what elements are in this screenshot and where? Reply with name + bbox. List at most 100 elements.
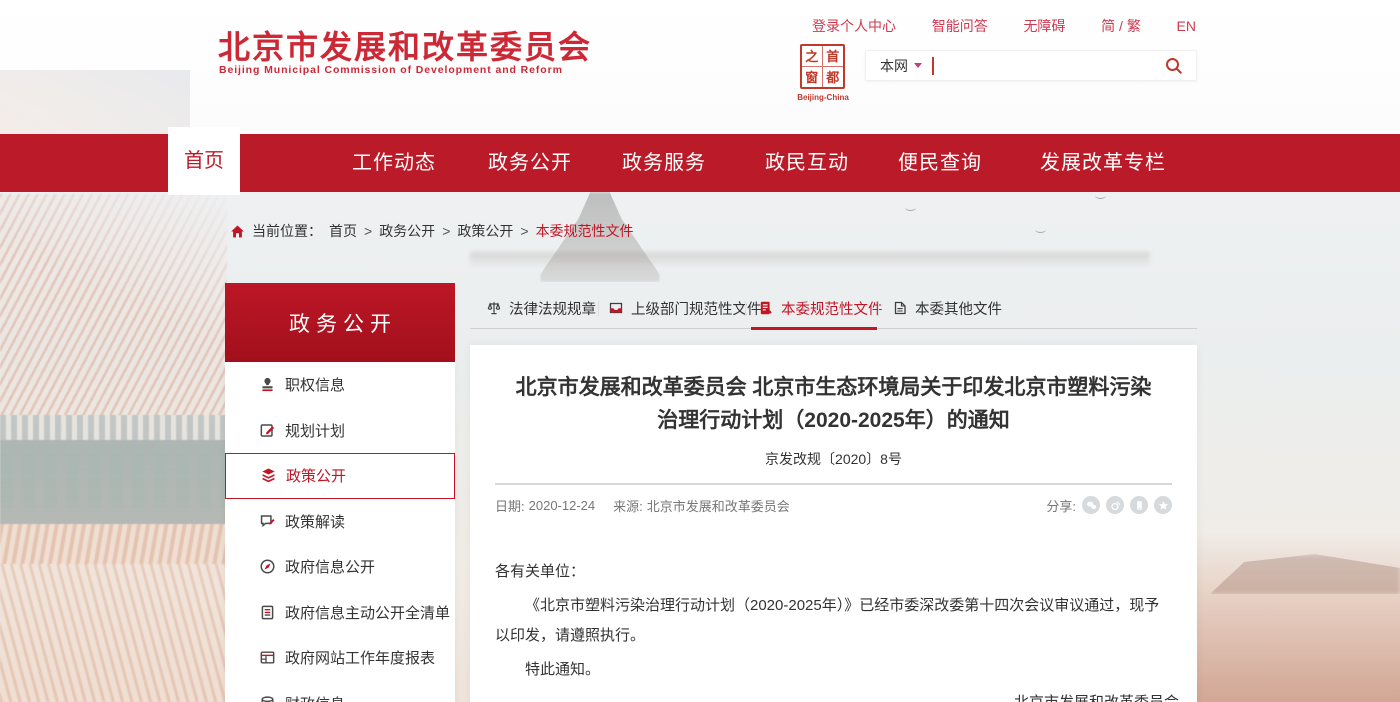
sidebar-item-fiscal-info[interactable]: 财政信息 (225, 681, 455, 702)
bird-mark (1095, 192, 1106, 199)
article-body: 各有关单位： 《北京市塑料污染治理行动计划（2020-2025年）》已经市委深改… (495, 557, 1172, 685)
seal-char: 窗 (802, 67, 823, 88)
breadcrumb-separator: > (442, 223, 450, 239)
source-value: 北京市发展和改革委员会 (647, 496, 790, 515)
sidebar-item-policy-interpretation[interactable]: 政策解读 (225, 499, 455, 545)
sidebar-item-policy-open[interactable]: 政策公开 (225, 453, 455, 499)
scales-icon (486, 300, 502, 316)
nav-item-work-news[interactable]: 工作动态 (352, 134, 436, 192)
seal-char: 首 (823, 46, 844, 67)
article-paragraph: 各有关单位： (495, 557, 1172, 587)
login-personal-center-link[interactable]: 登录个人中心 (812, 16, 896, 36)
sidebar-item-authority-info[interactable]: 职权信息 (225, 362, 455, 408)
site-logo-title[interactable]: 北京市发展和改革委员会 (218, 22, 592, 68)
nav-item-convenience[interactable]: 便民查询 (898, 134, 982, 192)
bird-mark (905, 204, 916, 211)
article-paragraph: 《北京市塑料污染治理行动计划（2020-2025年）》已经市委深改委第十四次会议… (495, 591, 1172, 651)
seal-caption: Beijing-China (792, 93, 854, 102)
roof-dentils (0, 415, 227, 440)
article-meta: 日期: 2020-12-24 来源: 北京市发展和改革委员会 (495, 496, 790, 515)
breadcrumb-gov-openness[interactable]: 政务公开 (379, 221, 435, 241)
divider (495, 483, 1172, 485)
distant-roofline (470, 252, 1150, 268)
date-label: 日期: (495, 496, 525, 515)
sidebar-item-label: 政府信息主动公开全清单 (285, 602, 450, 623)
mobile-share-icon[interactable] (1130, 496, 1148, 514)
inbox-icon (608, 300, 624, 316)
nav-item-reform-column[interactable]: 发展改革专栏 (1040, 134, 1166, 192)
doc-edit-icon (758, 300, 774, 316)
sidebar-item-planning[interactable]: 规划计划 (225, 408, 455, 454)
header-left-tint (0, 70, 190, 134)
search-input[interactable] (934, 50, 1164, 81)
breadcrumb-separator: > (520, 223, 528, 239)
active-tab-underline (751, 327, 877, 330)
layers-icon (260, 467, 277, 484)
wechat-share-icon[interactable] (1082, 496, 1100, 514)
article-card: 北京市发展和改革委员会 北京市生态环境局关于印发北京市塑料污染治理行动计划（20… (470, 345, 1197, 702)
sidebar-item-label: 政府网站工作年度报表 (285, 647, 435, 668)
article-signature: 北京市发展和改革委员会 (470, 691, 1179, 702)
sidebar-menu: 职权信息 规划计划 政策公开 (225, 362, 455, 702)
sidebar-item-website-annual-report[interactable]: 政府网站工作年度报表 (225, 635, 455, 681)
breadcrumb: 当前位置： 首页 > 政务公开 > 政策公开 > 本委规范性文件 (230, 220, 634, 242)
sidebar-item-label: 职权信息 (285, 374, 345, 395)
smart-qa-link[interactable]: 智能问答 (932, 16, 988, 36)
sidebar-item-proactive-disclosure-list[interactable]: 政府信息主动公开全清单 (225, 590, 455, 636)
site-logo-subtitle: Beijing Municipal Commission of Developm… (219, 64, 563, 76)
nav-item-gov-openness[interactable]: 政务公开 (488, 134, 572, 192)
qzone-share-icon[interactable] (1154, 496, 1172, 514)
list-icon (259, 604, 276, 621)
document-category-tabs: 法律法规规章 上级部门规范性文件 本委规范性文件 (470, 288, 1197, 329)
breadcrumb-prefix: 当前位置： (252, 221, 322, 241)
tab-laws-regulations[interactable]: 法律法规规章 (486, 288, 596, 328)
tab-superior-normative-docs[interactable]: 上级部门规范性文件 (608, 288, 762, 328)
weibo-share-icon[interactable] (1106, 496, 1124, 514)
forbidden-city-roof-left (0, 194, 227, 702)
bird-mark (1035, 226, 1046, 233)
tab-label: 本委其他文件 (915, 298, 1002, 319)
coins-icon (259, 695, 276, 702)
tab-label: 法律法规规章 (509, 298, 596, 319)
tab-commission-other-docs[interactable]: 本委其他文件 (892, 288, 1002, 328)
search-icon (1164, 56, 1184, 76)
tab-label: 上级部门规范性文件 (631, 298, 762, 319)
interpret-icon (259, 513, 276, 530)
share-label: 分享: (1046, 496, 1076, 515)
nav-item-gov-services[interactable]: 政务服务 (622, 134, 706, 192)
search-scope-dropdown[interactable]: 本网 (880, 56, 922, 76)
forbidden-city-roof-right (1197, 530, 1400, 702)
breadcrumb-policy-open[interactable]: 政策公开 (457, 221, 513, 241)
accessibility-link[interactable]: 无障碍 (1023, 16, 1065, 36)
sidebar-item-label: 政府信息公开 (285, 556, 375, 577)
search-button[interactable] (1164, 56, 1184, 76)
article-doc-number: 京发改规〔2020〕8号 (470, 449, 1197, 469)
site-header: 北京市发展和改革委员会 Beijing Municipal Commission… (0, 0, 1400, 134)
compass-icon (259, 558, 276, 575)
share-bar: 分享: (1046, 496, 1172, 515)
seal-char: 之 (802, 46, 823, 67)
tab-separator (745, 301, 746, 316)
beijing-china-seal-logo[interactable]: 之 首 窗 都 (800, 44, 845, 89)
article-title: 北京市发展和改革委员会 北京市生态环境局关于印发北京市塑料污染治理行动计划（20… (510, 371, 1157, 437)
nav-item-interaction[interactable]: 政民互动 (765, 134, 849, 192)
main-nav: 首页 工作动态 政务公开 政务服务 政民互动 便民查询 发展改革专栏 (0, 134, 1400, 192)
sidebar-item-gov-info-open[interactable]: 政府信息公开 (225, 544, 455, 590)
home-icon (230, 224, 245, 239)
search-scope-label: 本网 (880, 56, 908, 76)
sidebar-title: 政务公开 (283, 308, 397, 338)
english-link[interactable]: EN (1177, 18, 1196, 34)
search-bar: 本网 (865, 50, 1197, 81)
sidebar-item-label: 政策解读 (285, 511, 345, 532)
roof-eave (0, 524, 227, 564)
breadcrumb-current: 本委规范性文件 (536, 221, 634, 241)
tab-separator (598, 301, 599, 316)
plan-icon (259, 422, 276, 439)
tab-separator (878, 301, 879, 316)
simplified-traditional-toggle[interactable]: 简 / 繁 (1101, 16, 1141, 36)
article-paragraph: 特此通知。 (495, 655, 1172, 685)
tab-commission-normative-docs[interactable]: 本委规范性文件 (758, 288, 883, 328)
breadcrumb-home[interactable]: 首页 (329, 221, 357, 241)
nav-item-home[interactable]: 首页 (168, 127, 240, 195)
roof-sky-edge (0, 194, 227, 415)
